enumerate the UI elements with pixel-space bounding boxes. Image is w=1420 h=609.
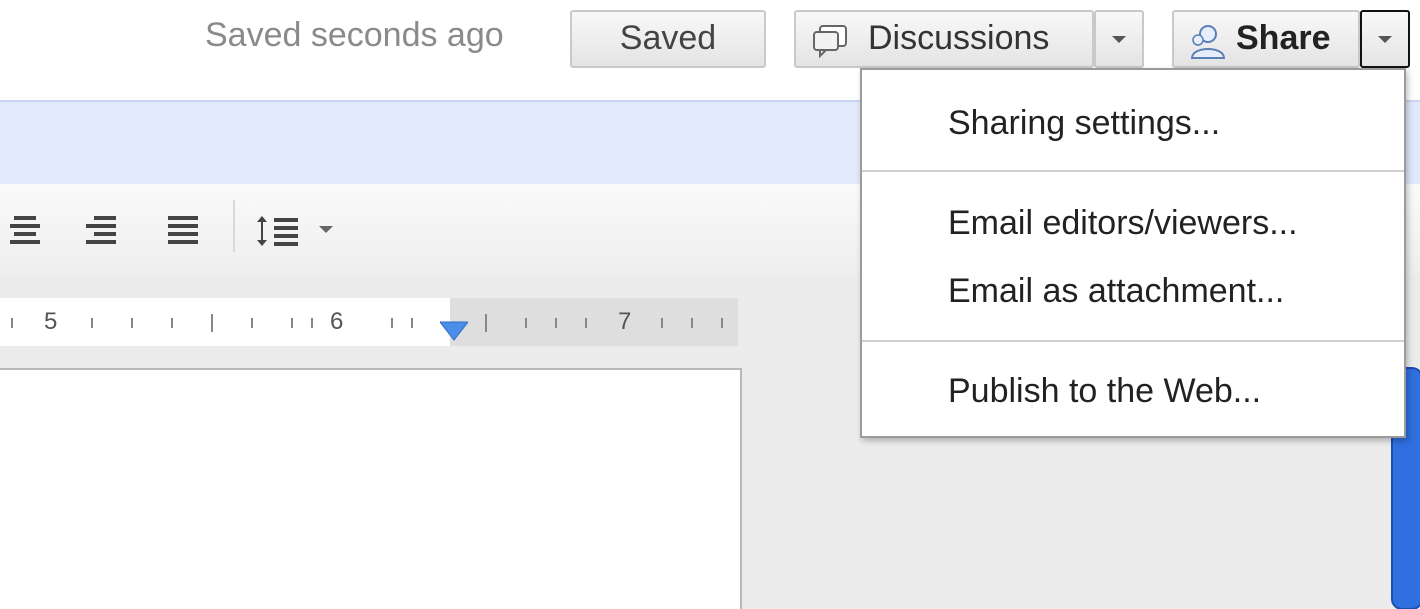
chevron-down-icon bbox=[1378, 36, 1392, 43]
align-right-icon[interactable] bbox=[86, 214, 116, 248]
share-person-icon bbox=[1190, 25, 1226, 59]
chevron-down-icon bbox=[1112, 36, 1126, 43]
save-status-text: Saved seconds ago bbox=[205, 16, 504, 54]
discussions-icon bbox=[813, 25, 847, 58]
document-page[interactable] bbox=[0, 368, 742, 609]
menu-separator bbox=[862, 340, 1404, 342]
share-label: Share bbox=[1236, 19, 1331, 57]
ruler-number: 7 bbox=[618, 308, 632, 335]
menu-item-sharing-settings[interactable]: Sharing settings... bbox=[948, 104, 1220, 143]
line-spacing-icon[interactable] bbox=[256, 214, 312, 248]
align-center-icon[interactable] bbox=[10, 214, 40, 248]
chevron-down-icon[interactable] bbox=[319, 226, 333, 233]
toolbar-separator bbox=[233, 200, 235, 252]
share-dropdown-button[interactable] bbox=[1360, 10, 1410, 68]
share-button[interactable]: Share bbox=[1172, 10, 1360, 68]
ruler-margin bbox=[450, 298, 738, 346]
saved-button[interactable]: Saved bbox=[570, 10, 766, 68]
share-menu: Sharing settings... Email editors/viewer… bbox=[860, 68, 1406, 438]
discussions-label: Discussions bbox=[868, 19, 1050, 57]
justify-icon[interactable] bbox=[168, 214, 198, 248]
menu-item-publish-to-web[interactable]: Publish to the Web... bbox=[948, 372, 1261, 411]
discussions-dropdown-button[interactable] bbox=[1094, 10, 1144, 68]
indent-marker-icon[interactable] bbox=[440, 318, 468, 344]
ruler-number: 6 bbox=[330, 308, 344, 335]
discussions-button[interactable]: Discussions bbox=[794, 10, 1094, 68]
ruler-number: 5 bbox=[44, 308, 58, 335]
menu-item-email-editors-viewers[interactable]: Email editors/viewers... bbox=[948, 204, 1298, 243]
menu-separator bbox=[862, 170, 1404, 172]
ruler-ticks-margin bbox=[485, 314, 723, 332]
menu-item-email-as-attachment[interactable]: Email as attachment... bbox=[948, 272, 1284, 311]
